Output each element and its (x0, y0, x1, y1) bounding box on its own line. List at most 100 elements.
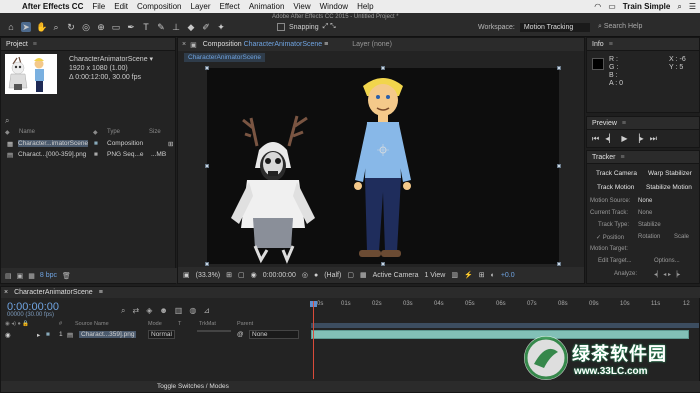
edit-target-button[interactable]: Edit Target... (598, 258, 632, 264)
selected-item-name[interactable]: CharacterAnimatorScene ▾ (69, 55, 153, 64)
column-t[interactable]: T (178, 321, 181, 327)
new-composition-icon[interactable]: ▦ (28, 272, 35, 280)
timeline-layer[interactable]: ◉ ▸ ■ 1 ▤ Charact...359].png Normal @ No… (1, 330, 311, 340)
menu-layer[interactable]: Layer (191, 2, 211, 11)
project-item[interactable]: ▤ Charact...[000-359].png ■ PNG Seq...e … (1, 150, 177, 160)
composition-viewer[interactable] (205, 66, 561, 266)
type-tool-icon[interactable]: T (141, 22, 151, 32)
resolution-dropdown[interactable]: (Half) (324, 272, 341, 279)
menu-window[interactable]: Window (320, 2, 348, 11)
project-panel-header[interactable]: Project ≡ (1, 38, 175, 51)
home-icon[interactable]: ⌂ (6, 22, 16, 32)
draft-3d-icon[interactable]: ◈ (146, 306, 152, 316)
column-mode[interactable]: Mode (148, 321, 162, 327)
project-item[interactable]: ▦ Character...imatorScene ■ Composition … (1, 139, 177, 149)
shy-icon[interactable]: ☻ (159, 306, 167, 316)
panel-menu-icon[interactable]: ≡ (622, 120, 626, 127)
spotlight-icon[interactable]: ⌕ (677, 2, 681, 12)
new-folder-icon[interactable]: ▣ (17, 272, 24, 280)
av-features-icon[interactable]: ◉ ◂) ● 🔒 (5, 321, 29, 327)
magnification-dropdown[interactable]: (33.3%) (196, 272, 221, 279)
pan-behind-tool-icon[interactable]: ⊕ (96, 22, 106, 32)
flowchart-icon[interactable]: ⊞ (168, 140, 173, 148)
transform-handle[interactable] (381, 66, 385, 70)
roto-tool-icon[interactable]: ✐ (201, 22, 211, 32)
first-frame-icon[interactable]: ⏮ (592, 134, 599, 144)
label-swatch[interactable]: ■ (46, 331, 50, 338)
color-icon[interactable]: ● (314, 272, 318, 279)
close-icon[interactable]: × (182, 41, 186, 48)
current-time-field[interactable]: 0:00:00:00 (263, 272, 296, 279)
search-help[interactable]: ⌕ Search Help (598, 23, 642, 31)
selection-tool-icon[interactable]: ➤ (21, 22, 31, 32)
column-parent[interactable]: Parent (237, 321, 253, 327)
snapping-checkbox[interactable] (277, 23, 285, 31)
label-column-icon[interactable]: ◆ (5, 129, 10, 136)
previous-frame-icon[interactable]: ◂▏ (605, 134, 615, 144)
camera-tool-icon[interactable]: ◎ (81, 22, 91, 32)
rotate-tool-icon[interactable]: ↻ (66, 22, 76, 32)
pen-tool-icon[interactable]: ✒ (126, 22, 136, 32)
info-panel-header[interactable]: Info ≡ (587, 38, 699, 51)
transform-handle[interactable] (381, 262, 385, 266)
rotation-checkbox[interactable]: Rotation (638, 234, 660, 240)
analyze-buttons[interactable]: ◂▏ ◂ ▸ ▕▸ (654, 271, 680, 278)
transform-handle[interactable] (557, 164, 561, 168)
transparency-grid-icon[interactable]: ▦ (360, 271, 367, 279)
reset-exposure-icon[interactable]: ◐ (491, 272, 495, 279)
column-trkmat[interactable]: TrkMat (199, 321, 216, 327)
layer-parent-dropdown[interactable]: None (249, 330, 299, 339)
last-frame-icon[interactable]: ⏭ (650, 134, 657, 144)
column-source-name[interactable]: Source Name (75, 321, 109, 327)
work-area-bar[interactable] (311, 323, 699, 328)
column-size[interactable]: Size (149, 129, 161, 135)
tracker-panel-header[interactable]: Tracker ≡ (587, 151, 699, 164)
frame-blending-icon[interactable]: ▥ (175, 306, 183, 316)
motion-source-dropdown[interactable]: None (638, 198, 652, 204)
next-frame-icon[interactable]: ▕▸ (634, 134, 644, 144)
current-track-dropdown[interactable]: None (638, 210, 652, 216)
motion-blur-icon[interactable]: ◍ (189, 306, 196, 316)
panel-menu-icon[interactable]: ≡ (620, 154, 624, 161)
trash-icon[interactable]: 🗑 (62, 272, 71, 280)
hand-tool-icon[interactable]: ✋ (36, 22, 47, 32)
roi-icon[interactable]: ▢ (347, 271, 354, 279)
eye-icon[interactable]: ◉ (5, 331, 11, 339)
grid-icon[interactable]: ⊞ (226, 271, 232, 279)
column-type[interactable]: Type (107, 129, 120, 135)
tab-composition[interactable]: Composition CharacterAnimatorScene ≡ (203, 41, 329, 48)
position-checkbox[interactable]: ✓ Position (596, 235, 624, 241)
transform-handle[interactable] (205, 66, 209, 70)
menu-animation[interactable]: Animation (249, 2, 285, 11)
options-button[interactable]: Options... (654, 258, 680, 264)
wifi-icon[interactable]: ◠ (594, 2, 601, 11)
track-camera-button[interactable]: Track Camera (596, 170, 637, 177)
exposure-value[interactable]: +0.0 (501, 272, 515, 279)
battery-icon[interactable]: ▭ (608, 2, 616, 11)
track-motion-button[interactable]: Track Motion (597, 184, 634, 191)
snapping-toggle[interactable]: Snapping ⤢ ⤡ (277, 23, 336, 31)
snap-options-icon[interactable]: ⤢ ⤡ (323, 23, 336, 31)
interpret-footage-icon[interactable]: ▤ (5, 272, 12, 280)
toggle-pixel-icon[interactable]: ▥ (451, 271, 458, 279)
menu-help[interactable]: Help (357, 2, 373, 11)
column-name[interactable]: Name (19, 129, 35, 135)
tag-column-icon[interactable]: ◆ (93, 129, 98, 136)
timeline-tab[interactable]: CharacterAnimatorScene (14, 289, 93, 296)
zoom-tool-icon[interactable]: ⌕ (51, 22, 61, 32)
panel-menu-icon[interactable]: ≡ (33, 41, 37, 48)
pickwhip-icon[interactable]: @ (237, 331, 244, 338)
menu-file[interactable]: File (92, 2, 105, 11)
preview-panel-header[interactable]: Preview ≡ (587, 117, 699, 130)
panel-menu-icon[interactable]: ≡ (99, 289, 103, 296)
column-number[interactable]: # (59, 321, 62, 327)
close-icon[interactable]: × (4, 289, 8, 296)
snapshot-icon[interactable]: ◎ (302, 271, 308, 279)
app-menu[interactable]: After Effects CC (22, 2, 83, 11)
transform-handle[interactable] (557, 66, 561, 70)
transform-handle[interactable] (205, 164, 209, 168)
play-icon[interactable]: ▶ (621, 134, 627, 144)
scale-checkbox[interactable]: Scale (674, 234, 689, 240)
playhead-line[interactable] (313, 301, 314, 379)
panel-menu-icon[interactable]: ≡ (609, 41, 613, 48)
